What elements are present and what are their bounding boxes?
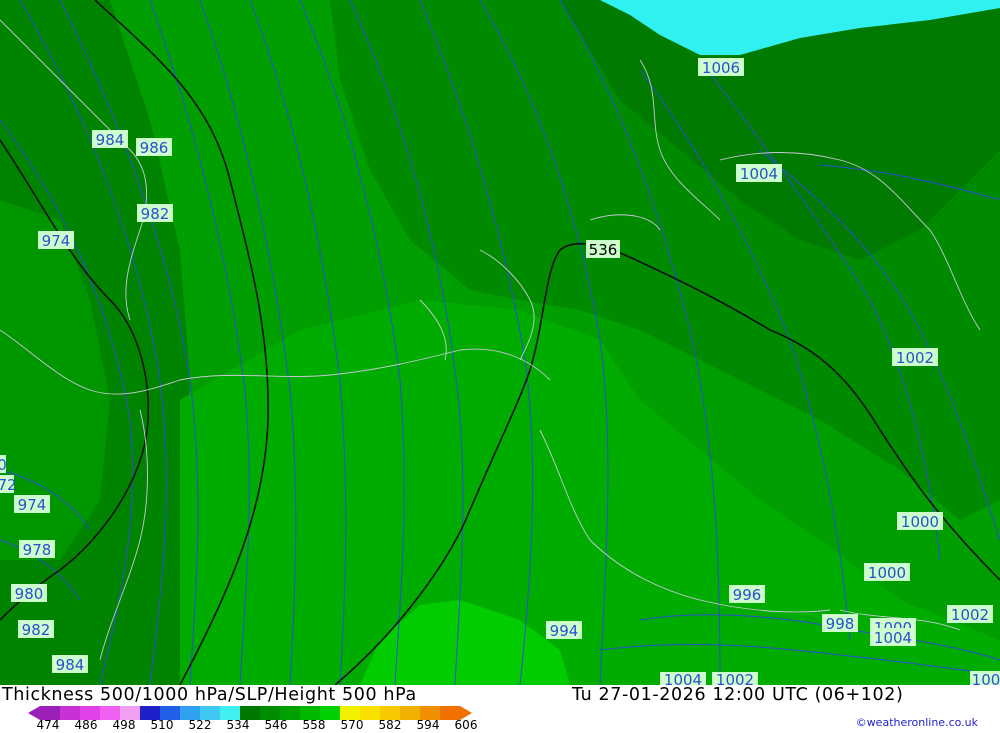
scale-tick-label: 594	[416, 718, 440, 732]
map-title: Thickness 500/1000 hPa/SLP/Height 500 hP…	[2, 685, 417, 705]
scale-tick-label: 534	[226, 718, 250, 732]
scale-tick-label: 546	[264, 718, 288, 732]
svg-text:982: 982	[141, 205, 170, 223]
scale-tick-label: 570	[340, 718, 364, 732]
svg-text:986: 986	[140, 139, 169, 157]
thickness-label: 536	[586, 240, 620, 259]
svg-text:978: 978	[23, 541, 52, 559]
isobar-label: 982	[137, 204, 173, 223]
scale-tick-label: 498	[112, 718, 136, 732]
svg-text:1002: 1002	[951, 606, 989, 624]
isobar-label: 974	[38, 231, 74, 250]
scale-tick-label: 606	[454, 718, 478, 732]
svg-text:980: 980	[15, 585, 44, 603]
isobar-label: 1000	[864, 563, 910, 582]
isobar-label: 998	[822, 614, 858, 633]
isobar-label: 986	[136, 138, 172, 157]
scale-tick-label: 522	[188, 718, 212, 732]
svg-text:974: 974	[42, 232, 71, 250]
isobar-label: 1004	[870, 628, 916, 647]
scale-tick-label: 582	[378, 718, 402, 732]
isobar-label: 0	[0, 455, 7, 474]
isobar-label: 1004	[660, 671, 706, 685]
scale-tick-label: 486	[74, 718, 98, 732]
svg-text:982: 982	[22, 621, 51, 639]
isobar-label: 1004	[736, 164, 782, 183]
isobar-label: 984	[92, 130, 128, 149]
scale-tick-label: 510	[150, 718, 174, 732]
credit-text: ©weatheronline.co.uk	[855, 716, 978, 729]
svg-text:996: 996	[733, 586, 762, 604]
isobar-label: 996	[729, 585, 765, 604]
svg-text:1004: 1004	[740, 165, 778, 183]
isobar-label: 1002	[712, 671, 758, 685]
svg-text:998: 998	[826, 615, 855, 633]
isobar-label: 994	[546, 621, 582, 640]
svg-text:1004: 1004	[664, 671, 702, 685]
svg-text:0: 0	[0, 456, 7, 474]
color-scale-ticks: 474 486 498 510 522 534 546 558 570 582 594 606	[0, 718, 520, 733]
isobar-label: 1006	[698, 58, 744, 77]
isobar-label: 980	[11, 584, 47, 603]
footer: Thickness 500/1000 hPa/SLP/Height 500 hP…	[0, 685, 1000, 733]
isobar-label: 100	[970, 671, 1000, 685]
svg-text:1000: 1000	[901, 513, 939, 531]
weather-map: 536 1006 1004 1002 1000 1000 996 994 998…	[0, 0, 1000, 685]
isobar-label: 72	[0, 475, 17, 494]
isobar-label: 984	[52, 655, 88, 674]
isobar-label: 978	[19, 540, 55, 559]
map-valid-time: Tu 27-01-2026 12:00 UTC (06+102)	[572, 685, 904, 705]
svg-text:72: 72	[0, 476, 17, 494]
svg-text:1002: 1002	[896, 349, 934, 367]
svg-text:984: 984	[56, 656, 85, 674]
svg-text:1002: 1002	[716, 671, 754, 685]
svg-text:1006: 1006	[702, 59, 740, 77]
scale-tick-label: 558	[302, 718, 326, 732]
isobar-label: 1002	[947, 605, 993, 624]
svg-text:974: 974	[18, 496, 47, 514]
svg-text:1004: 1004	[874, 629, 912, 647]
isobar-label: 1002	[892, 348, 938, 367]
scale-tick-label: 474	[36, 718, 60, 732]
svg-text:984: 984	[96, 131, 125, 149]
isobar-label: 1000	[897, 512, 943, 531]
svg-text:536: 536	[589, 241, 618, 259]
svg-text:1000: 1000	[868, 564, 906, 582]
svg-text:100: 100	[972, 671, 1000, 685]
isobar-label: 982	[18, 620, 54, 639]
isobar-label: 974	[14, 495, 50, 514]
svg-text:994: 994	[550, 622, 579, 640]
